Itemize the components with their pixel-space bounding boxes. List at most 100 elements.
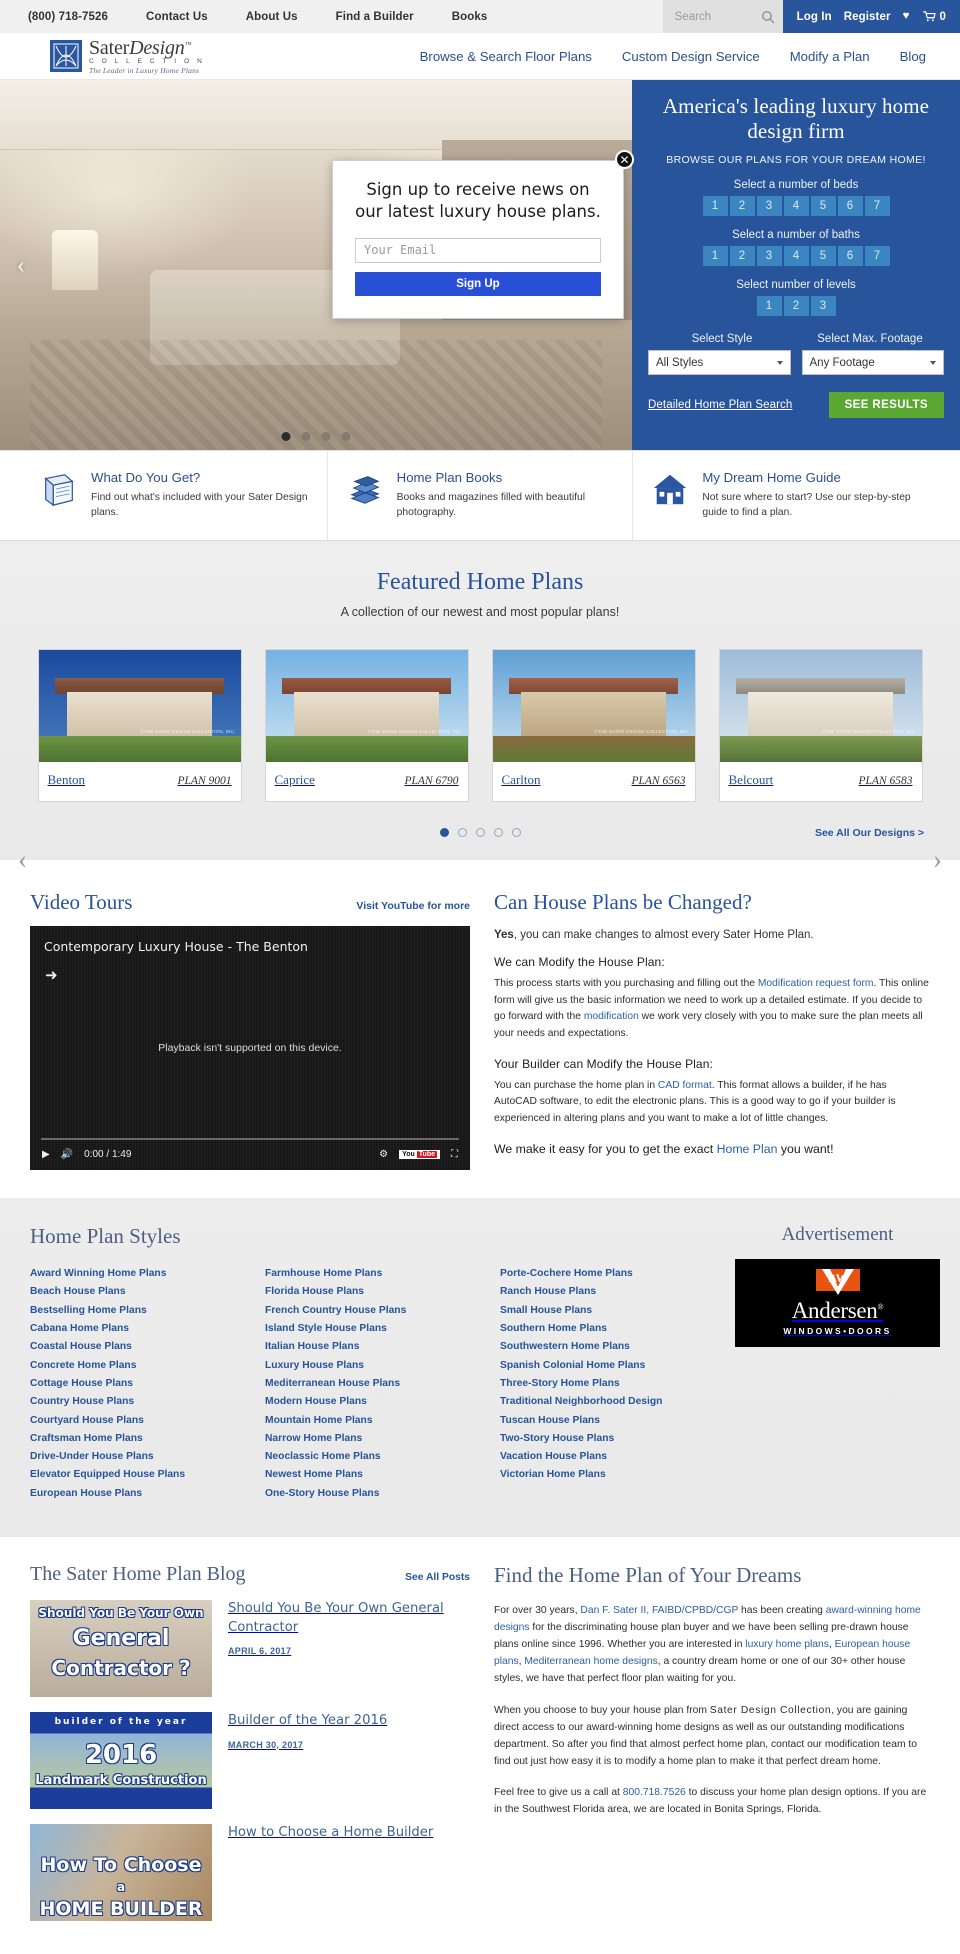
play-icon[interactable]: ▶	[42, 1149, 50, 1160]
feature-home-plan-books[interactable]: Home Plan Books Books and magazines fill…	[328, 451, 634, 540]
baths-chip-1[interactable]: 1	[702, 246, 728, 267]
style-link[interactable]: Courtyard House Plans	[30, 1412, 265, 1430]
search-input[interactable]	[674, 10, 761, 23]
style-link[interactable]: Elevator Equipped House Plans	[30, 1466, 265, 1484]
visit-youtube-link[interactable]: Visit YouTube for more	[356, 900, 470, 912]
beds-chip-2[interactable]: 2	[729, 196, 755, 217]
signup-button[interactable]: Sign Up	[355, 271, 601, 296]
cad-format-link[interactable]: CAD format	[658, 1080, 712, 1091]
plan-card[interactable]: ©THE SATER DESIGN COLLECTION, INC. Carlt…	[491, 648, 696, 802]
beds-chip-5[interactable]: 5	[810, 196, 836, 217]
style-link[interactable]: Vacation House Plans	[500, 1448, 735, 1466]
levels-chip-3[interactable]: 3	[810, 296, 836, 317]
utility-link-about-us[interactable]: About Us	[246, 11, 298, 23]
baths-chip-2[interactable]: 2	[729, 246, 755, 267]
style-link[interactable]: Southern Home Plans	[500, 1320, 735, 1338]
pager-dot-3[interactable]	[475, 828, 485, 838]
style-link[interactable]: Country House Plans	[30, 1393, 265, 1411]
style-link[interactable]: Craftsman Home Plans	[30, 1430, 265, 1448]
baths-chip-5[interactable]: 5	[810, 246, 836, 267]
featured-pager[interactable]	[439, 828, 521, 838]
style-link[interactable]: Mediterranean House Plans	[265, 1375, 500, 1393]
style-link[interactable]: Newest Home Plans	[265, 1466, 500, 1484]
phone-link[interactable]: (800) 718-7526	[28, 11, 108, 23]
beds-chip-3[interactable]: 3	[756, 196, 782, 217]
pager-dot-5[interactable]	[511, 828, 521, 838]
video-player[interactable]: Contemporary Luxury House - The Benton ➜…	[30, 925, 470, 1170]
utility-link-contact-us[interactable]: Contact Us	[146, 11, 208, 23]
baths-chip-6[interactable]: 6	[837, 246, 863, 267]
style-link[interactable]: Neoclassic Home Plans	[265, 1448, 500, 1466]
beds-chip-4[interactable]: 4	[783, 196, 809, 217]
baths-chip-7[interactable]: 7	[864, 246, 890, 267]
nav-modify-a-plan[interactable]: Modify a Plan	[790, 49, 870, 64]
log-in-link[interactable]: Log In	[797, 11, 832, 23]
style-link[interactable]: Spanish Colonial Home Plans	[500, 1357, 735, 1375]
detailed-search-link[interactable]: Detailed Home Plan Search	[648, 399, 792, 411]
phone-number-link[interactable]: 800.718.7526	[623, 1787, 686, 1798]
andersen-ad-banner[interactable]: AW Andersen® WINDOWS•DOORS	[735, 1258, 940, 1347]
nav-custom-design-service[interactable]: Custom Design Service	[622, 49, 760, 64]
register-link[interactable]: Register	[844, 11, 891, 23]
style-link[interactable]: Award Winning Home Plans	[30, 1265, 265, 1283]
mediterranean-designs-link[interactable]: Mediterranean home designs	[524, 1656, 657, 1667]
pager-dot-4[interactable]	[493, 828, 503, 838]
modification-link[interactable]: modification	[584, 1011, 639, 1022]
blog-post-item[interactable]: Should You Be Your Own General Contracto…	[30, 1600, 470, 1698]
style-link[interactable]: Modern House Plans	[265, 1393, 500, 1411]
signup-email-input[interactable]	[355, 237, 601, 263]
style-link[interactable]: Small House Plans	[500, 1302, 735, 1320]
levels-chip-2[interactable]: 2	[783, 296, 809, 317]
luxury-home-plans-link[interactable]: luxury home plans	[745, 1639, 829, 1650]
style-link[interactable]: Porte-Cochere Home Plans	[500, 1265, 735, 1283]
search-icon[interactable]	[761, 10, 775, 24]
blog-post-item[interactable]: builder of the year 2016 Landmark Constr…	[30, 1712, 470, 1810]
style-link[interactable]: Traditional Neighborhood Design	[500, 1393, 735, 1411]
hero-carousel-dots[interactable]	[281, 432, 351, 441]
style-link[interactable]: Coastal House Plans	[30, 1338, 265, 1356]
pager-dot-2[interactable]	[457, 828, 467, 838]
style-link[interactable]: Cottage House Plans	[30, 1375, 265, 1393]
see-results-button[interactable]: SEE RESULTS	[828, 392, 944, 419]
beds-chip-6[interactable]: 6	[837, 196, 863, 217]
site-logo[interactable]: SaterDesign™ C O L L E C T I O N The Lea…	[0, 38, 205, 74]
pager-dot-1[interactable]	[439, 828, 449, 838]
cart-link[interactable]: 0	[922, 11, 947, 23]
baths-chip-4[interactable]: 4	[783, 246, 809, 267]
featured-prev-arrow[interactable]: ‹	[18, 845, 27, 873]
style-link[interactable]: Drive-Under House Plans	[30, 1448, 265, 1466]
beds-chip-1[interactable]: 1	[702, 196, 728, 217]
style-link[interactable]: Narrow Home Plans	[265, 1430, 500, 1448]
modification-request-form-link[interactable]: Modification request form	[758, 978, 874, 989]
style-link[interactable]: Southwestern Home Plans	[500, 1338, 735, 1356]
style-link[interactable]: European House Plans	[30, 1485, 265, 1503]
nav-blog[interactable]: Blog	[900, 49, 926, 64]
style-link[interactable]: Victorian Home Plans	[500, 1466, 735, 1484]
plan-card[interactable]: ©THE SATER DESIGN COLLECTION, INC. Capri…	[264, 648, 469, 802]
utility-link-books[interactable]: Books	[452, 11, 488, 23]
baths-chip-3[interactable]: 3	[756, 246, 782, 267]
style-link[interactable]: Italian House Plans	[265, 1338, 500, 1356]
plan-card[interactable]: ©THE SATER DESIGN COLLECTION, INC. Bento…	[37, 648, 242, 802]
video-progress-bar[interactable]	[41, 1137, 459, 1140]
volume-icon[interactable]: 🔊	[61, 1149, 73, 1160]
style-link[interactable]: Two-Story House Plans	[500, 1430, 735, 1448]
see-all-posts-link[interactable]: See All Posts	[405, 1572, 470, 1583]
beds-chip-7[interactable]: 7	[864, 196, 890, 217]
style-select[interactable]: All Styles	[648, 350, 791, 376]
style-link[interactable]: Concrete Home Plans	[30, 1357, 265, 1375]
gear-icon[interactable]: ⚙	[379, 1149, 388, 1160]
feature-what-do-you-get[interactable]: What Do You Get? Find out what's include…	[22, 451, 328, 540]
style-link[interactable]: Florida House Plans	[265, 1283, 500, 1301]
featured-next-arrow[interactable]: ›	[933, 845, 942, 873]
search-box[interactable]	[662, 0, 783, 33]
levels-chip-1[interactable]: 1	[756, 296, 782, 317]
style-link[interactable]: Tuscan House Plans	[500, 1412, 735, 1430]
utility-link-find-a-builder[interactable]: Find a Builder	[336, 11, 414, 23]
hero-dot-4[interactable]	[341, 432, 351, 441]
style-link[interactable]: Island Style House Plans	[265, 1320, 500, 1338]
youtube-logo-icon[interactable]: You Tube	[399, 1150, 440, 1160]
footage-select[interactable]: Any Footage	[801, 350, 944, 376]
see-all-designs-link[interactable]: See All Our Designs >	[815, 827, 924, 839]
hero-dot-3[interactable]	[321, 432, 331, 441]
